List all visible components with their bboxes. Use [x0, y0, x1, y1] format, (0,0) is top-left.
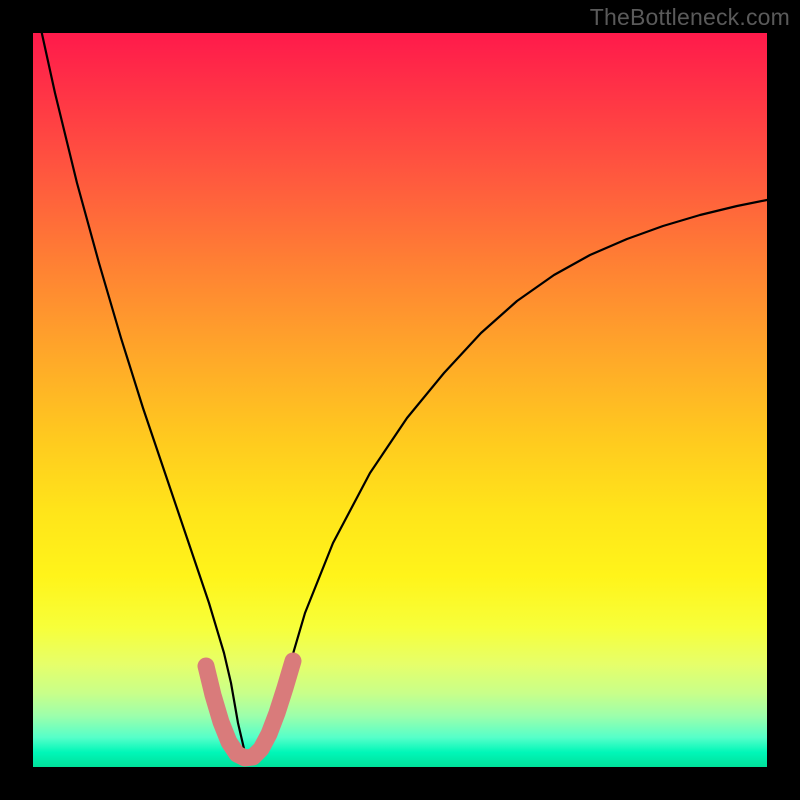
main-curve — [33, 33, 767, 761]
plot-area — [33, 33, 767, 767]
bottom-highlight — [206, 661, 293, 758]
watermark-text: TheBottleneck.com — [590, 4, 790, 31]
curve-layer — [33, 33, 767, 767]
chart-stage: TheBottleneck.com — [0, 0, 800, 800]
